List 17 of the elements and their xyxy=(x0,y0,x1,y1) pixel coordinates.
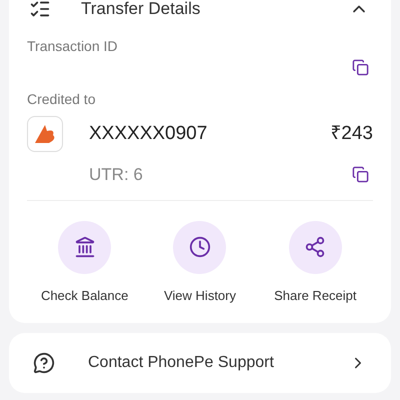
utr-number: UTR: 6 xyxy=(89,164,144,186)
credited-to-label: Credited to xyxy=(27,90,96,109)
support-row[interactable]: Contact PhonePe Support xyxy=(9,333,391,393)
action-button[interactable]: View History xyxy=(142,220,258,305)
copy-icon[interactable] xyxy=(352,59,369,76)
transfer-details-header[interactable]: Transfer Details xyxy=(27,0,373,20)
bank-icon xyxy=(74,236,96,258)
amount: ₹243 xyxy=(330,122,373,146)
share-icon xyxy=(304,236,326,258)
transaction-id-label: Transaction ID xyxy=(27,37,119,56)
copy-icon[interactable] xyxy=(352,166,369,184)
action-button[interactable]: Share Receipt xyxy=(258,220,373,305)
clock-icon xyxy=(188,236,211,258)
help-icon xyxy=(33,352,55,374)
bank-logo xyxy=(27,116,63,152)
action-button[interactable]: Check Balance xyxy=(27,220,142,305)
account-number: XXXXXX0907 xyxy=(89,122,208,146)
